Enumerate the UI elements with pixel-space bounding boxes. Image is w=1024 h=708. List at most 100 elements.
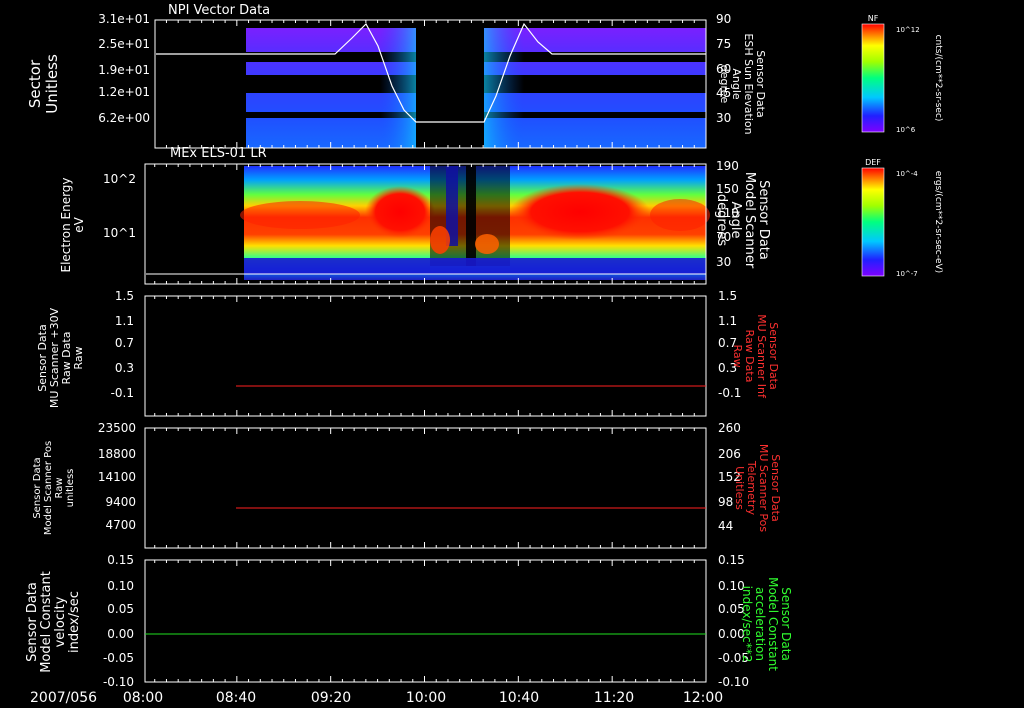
vel-right-label-line: Model Constant bbox=[766, 577, 780, 671]
npi-right-tick: 30 bbox=[716, 111, 731, 125]
mupos-left-label-line: Raw bbox=[54, 477, 65, 498]
vel-frame bbox=[144, 559, 707, 683]
vel-right-tick: -0.10 bbox=[718, 675, 749, 689]
time-axis: 2007/056 08:00 08:40 09:20 10:00 10:40 1… bbox=[30, 690, 723, 706]
vel-left-tick: -0.10 bbox=[103, 675, 134, 689]
vel-right-label: Sensor Data Model Constant acceleration … bbox=[740, 577, 793, 671]
mupos-left-tick: 23500 bbox=[98, 421, 136, 435]
mupos-left-label: Sensor Data Model Scanner Pos Raw unitle… bbox=[32, 441, 76, 535]
date-label: 2007/056 bbox=[30, 690, 97, 706]
els-left-axis: 10^2 10^1 bbox=[103, 172, 136, 240]
mupos-left-tick: 4700 bbox=[105, 518, 136, 532]
npi-right-tick: 75 bbox=[716, 37, 731, 51]
els-right-label-line: Sensor Data bbox=[756, 180, 771, 260]
mu30-left-tick: -0.1 bbox=[111, 386, 134, 400]
els-colorbar-unit: ergs/(cm**2-sr-sec-eV) bbox=[933, 171, 943, 273]
els-colorbar-bottom: 10^-7 bbox=[896, 270, 918, 278]
mu30-right-tick: -0.1 bbox=[718, 386, 741, 400]
npi-colorbar-bottom: 10^6 bbox=[896, 126, 916, 134]
els-right-label-line: degrees bbox=[714, 194, 729, 247]
npi-left-label-line: Sector bbox=[26, 59, 44, 108]
mu30-right-label-line: Raw bbox=[731, 344, 744, 367]
els-spectrogram bbox=[240, 166, 710, 280]
npi-right-tick: 90 bbox=[716, 12, 731, 26]
mupos-left-label-line: unitless bbox=[65, 469, 76, 508]
npi-left-label-line: Unitless bbox=[43, 54, 61, 114]
time-tick-label: 10:00 bbox=[406, 690, 446, 706]
npi-title: NPI Vector Data bbox=[168, 3, 270, 18]
npi-left-tick: 1.9e+01 bbox=[98, 63, 150, 77]
mupos-right-label-line: Unitless bbox=[733, 466, 746, 510]
time-tick-label: 08:40 bbox=[216, 690, 256, 706]
panel-velocity: 0.15 0.10 0.05 0.00 -0.05 -0.10 Sensor D… bbox=[25, 553, 793, 689]
mupos-left-tick: 18800 bbox=[98, 447, 136, 461]
vel-left-tick: 0.15 bbox=[107, 553, 134, 567]
vel-left-axis: 0.15 0.10 0.05 0.00 -0.05 -0.10 bbox=[103, 553, 134, 689]
vel-right-label-line: Sensor Data bbox=[779, 587, 793, 661]
els-colorbar-top: 10^-4 bbox=[896, 170, 918, 178]
npi-colorbar-unit: cnts/(cm**2-sr-sec) bbox=[933, 35, 943, 122]
els-right-label-line: Angle bbox=[728, 202, 743, 239]
mupos-x-ticks bbox=[154, 428, 707, 548]
npi-left-tick: 1.2e+01 bbox=[98, 85, 150, 99]
els-left-tick: 10^2 bbox=[103, 172, 136, 186]
vel-x-ticks bbox=[154, 560, 707, 682]
vel-left-label-line: Model Constant bbox=[39, 571, 54, 673]
time-tick-label: 10:40 bbox=[499, 690, 539, 706]
els-left-label: Electron Energy eV bbox=[59, 177, 86, 272]
npi-spectrogram bbox=[246, 20, 706, 148]
mupos-right-tick: 44 bbox=[718, 519, 733, 533]
mu30-left-tick: 0.3 bbox=[115, 361, 134, 375]
mupos-left-axis: 23500 18800 14100 9400 4700 bbox=[98, 421, 136, 532]
mupos-left-label-line: Model Scanner Pos bbox=[43, 441, 54, 535]
els-colorbar-title: DEF bbox=[865, 158, 881, 167]
els-left-label-line: Electron Energy bbox=[59, 177, 73, 272]
panel-els: MEx ELS-01 LR 10^2 10^1 Electron Energy bbox=[59, 146, 943, 285]
mupos-left-label-line: Sensor Data bbox=[32, 457, 43, 518]
vel-left-label-line: index/sec bbox=[67, 591, 82, 653]
vel-left-label-line: velocity bbox=[53, 596, 68, 647]
mu30-right-tick: 1.1 bbox=[718, 314, 737, 328]
mu30-right-tick: 1.5 bbox=[718, 289, 737, 303]
els-left-tick: 10^1 bbox=[103, 226, 136, 240]
vel-right-label-line: index/sec**2 bbox=[740, 586, 754, 663]
npi-left-axis: 3.1e+01 2.5e+01 1.9e+01 1.2e+01 6.2e+00 bbox=[98, 12, 150, 125]
time-tick-label: 12:00 bbox=[683, 690, 723, 706]
npi-left-label: Sector Unitless bbox=[26, 54, 61, 114]
els-colorbar: DEF 10^-4 10^-7 ergs/(cm**2-sr-sec-eV) bbox=[861, 158, 943, 278]
els-right-label-line: Model Scanner bbox=[742, 172, 757, 269]
mupos-right-tick: 98 bbox=[718, 495, 733, 509]
els-right-tick: 30 bbox=[716, 255, 731, 269]
npi-left-tick: 3.1e+01 bbox=[98, 12, 150, 26]
mupos-frame bbox=[144, 427, 707, 549]
vel-left-tick: -0.05 bbox=[103, 651, 134, 665]
vel-left-tick: 0.05 bbox=[107, 602, 134, 616]
mu30-left-tick: 1.1 bbox=[115, 314, 134, 328]
mupos-right-tick: 260 bbox=[718, 421, 741, 435]
npi-left-tick: 6.2e+00 bbox=[98, 111, 150, 125]
npi-colorbar: NF 10^12 10^6 cnts/(cm**2-sr-sec) bbox=[861, 14, 943, 134]
panel-mupos: 23500 18800 14100 9400 4700 Sensor Data … bbox=[32, 421, 782, 549]
mupos-right-tick: 206 bbox=[718, 447, 741, 461]
npi-colorbar-title: NF bbox=[868, 14, 879, 23]
mupos-left-tick: 9400 bbox=[105, 495, 136, 509]
mu30-left-tick: 0.7 bbox=[115, 336, 134, 350]
vel-left-label: Sensor Data Model Constant velocity inde… bbox=[25, 571, 82, 673]
npi-right-label-line: degree bbox=[718, 65, 731, 104]
els-left-label-line: eV bbox=[72, 216, 86, 232]
vel-left-tick: 0.10 bbox=[107, 579, 134, 593]
mu30-left-axis: 1.5 1.1 0.7 0.3 -0.1 bbox=[111, 289, 134, 400]
mu30-left-label-line: Raw bbox=[72, 346, 85, 369]
mupos-left-tick: 14100 bbox=[98, 470, 136, 484]
vel-right-tick: 0.15 bbox=[718, 553, 745, 567]
vel-left-tick: 0.00 bbox=[107, 627, 134, 641]
mu30-frame bbox=[144, 295, 707, 417]
time-tick-label: 09:20 bbox=[311, 690, 351, 706]
figure-canvas: NPI Vector Data 3.1e+01 2.5e+01 1.9e+01 … bbox=[25, 3, 943, 706]
els-right-tick: 190 bbox=[716, 159, 739, 173]
npi-colorbar-top: 10^12 bbox=[896, 26, 920, 34]
els-title: MEx ELS-01 LR bbox=[170, 146, 267, 161]
mu30-left-label: Sensor Data MU Scanner +30V Raw Data Raw bbox=[36, 307, 85, 408]
mu30-left-tick: 1.5 bbox=[115, 289, 134, 303]
panel-npi: NPI Vector Data 3.1e+01 2.5e+01 1.9e+01 … bbox=[26, 3, 943, 149]
